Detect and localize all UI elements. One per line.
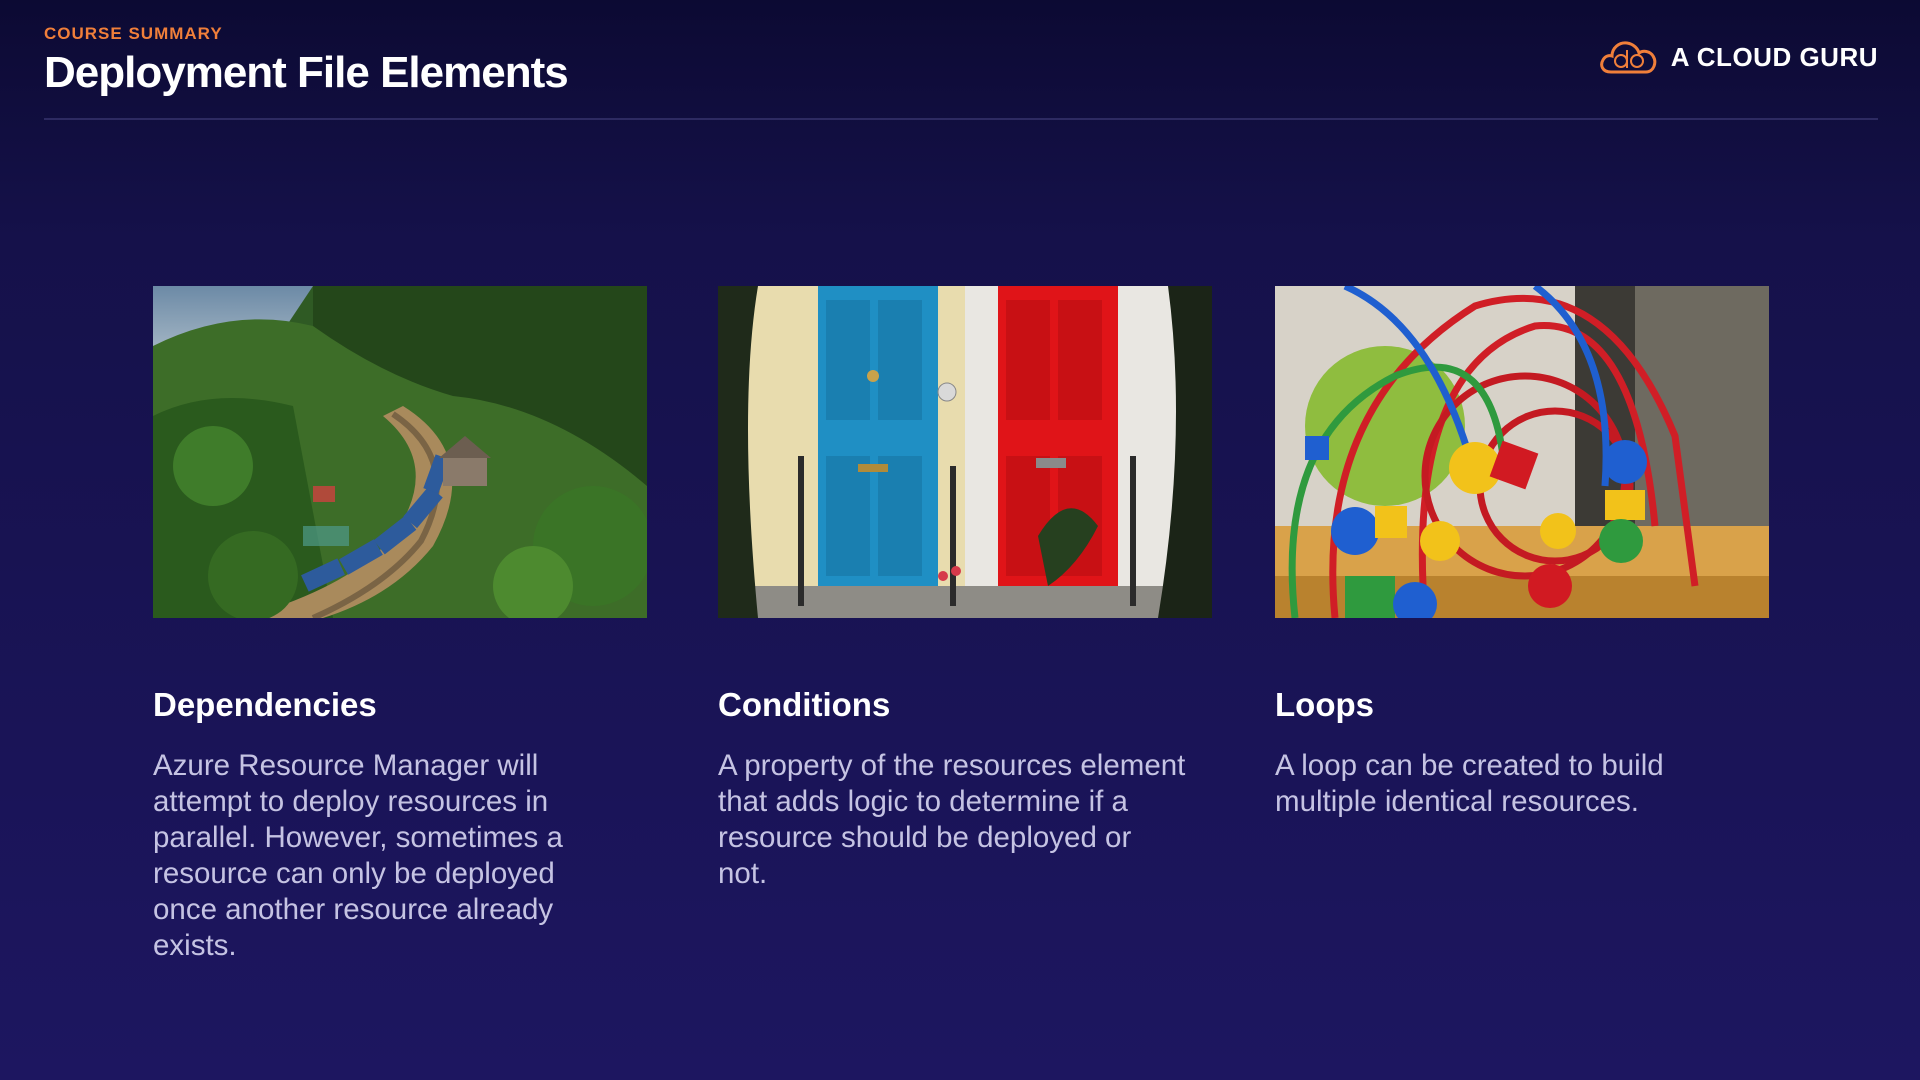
- course-summary-label: COURSE SUMMARY: [44, 24, 223, 43]
- card-description: A loop can be created to build multiple …: [1275, 749, 1664, 818]
- brand-name: A CLOUD GURU: [1670, 41, 1878, 72]
- slide-title: Deployment File Elements: [44, 48, 569, 97]
- card-heading: Conditions: [718, 686, 891, 723]
- mountain-train-photo: [153, 286, 647, 618]
- card-heading: Loops: [1275, 686, 1374, 723]
- card-dependencies: Dependencies Azure Resource Manager will…: [153, 286, 647, 964]
- header-divider: [44, 118, 1878, 120]
- card-description: Azure Resource Manager will attempt to d…: [153, 749, 563, 962]
- card-loops: Loops A loop can be created to build mul…: [1275, 286, 1769, 820]
- cloud-icon: [1599, 41, 1656, 74]
- card-heading: Dependencies: [153, 686, 377, 723]
- bead-maze-toy-photo: [1275, 286, 1769, 618]
- slide-header: COURSE SUMMARY Deployment File Elements: [44, 24, 569, 98]
- card-description: A property of the resources element that…: [718, 749, 1186, 890]
- blue-and-red-doors-photo: [718, 286, 1212, 618]
- card-conditions: Conditions A property of the resources e…: [718, 286, 1212, 892]
- brand-logo: A CLOUD GURU: [1597, 38, 1878, 76]
